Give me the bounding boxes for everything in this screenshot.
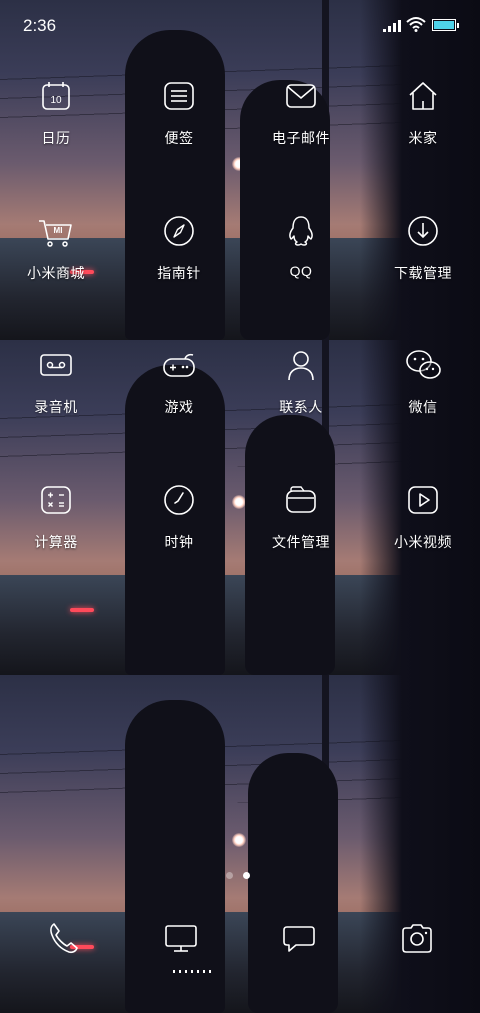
app-label: 日历 (41, 130, 71, 146)
wifi-icon (406, 17, 426, 32)
svg-text:10: 10 (50, 95, 62, 106)
dock-messages[interactable] (279, 918, 319, 958)
app-games[interactable]: 游戏 (129, 345, 229, 417)
app-calendar[interactable]: 10 日历 (6, 76, 106, 148)
video-play-icon (403, 480, 443, 520)
app-label: 文件管理 (272, 534, 330, 550)
app-label: 小米商城 (27, 265, 85, 281)
app-contacts[interactable]: 联系人 (251, 345, 351, 417)
signal-icon (383, 20, 401, 32)
app-label: 指南针 (157, 265, 201, 281)
app-mi-store[interactable]: MI 小米商城 (6, 211, 106, 283)
app-email[interactable]: 电子邮件 (251, 76, 351, 148)
app-label: 联系人 (279, 399, 323, 415)
folder-icon (281, 480, 321, 520)
app-downloads[interactable]: 下载管理 (373, 211, 473, 283)
app-clock[interactable]: 时钟 (129, 480, 229, 552)
app-label: 微信 (408, 399, 438, 415)
app-label: 下载管理 (394, 265, 452, 281)
app-label: 计算器 (34, 534, 78, 550)
notes-icon (159, 76, 199, 116)
dock-camera[interactable] (397, 918, 437, 958)
wallpaper-band-top (0, 0, 480, 340)
app-label: 时钟 (164, 534, 194, 550)
dock-phone[interactable] (43, 918, 83, 958)
download-icon (403, 211, 443, 251)
app-label: 米家 (408, 130, 438, 146)
dock-browser[interactable] (161, 918, 201, 958)
monitor-icon (165, 925, 197, 952)
email-icon (281, 76, 321, 116)
app-compass[interactable]: 指南针 (129, 211, 229, 283)
app-mi-video[interactable]: 小米视频 (373, 480, 473, 552)
compass-icon (159, 211, 199, 251)
svg-text:MI: MI (54, 226, 63, 235)
app-file-manager[interactable]: 文件管理 (251, 480, 351, 552)
gamepad-icon (159, 345, 199, 385)
calculator-icon (36, 480, 76, 520)
app-label: 录音机 (34, 399, 78, 415)
app-label: 电子邮件 (272, 130, 330, 146)
app-label: 小米视频 (394, 534, 452, 550)
clock-icon (159, 480, 199, 520)
qq-penguin-icon (281, 211, 321, 251)
dock-drag-handle[interactable] (173, 970, 213, 973)
app-recorder[interactable]: 录音机 (6, 345, 106, 417)
app-label: 游戏 (164, 399, 194, 415)
page-indicator[interactable] (226, 872, 250, 879)
home-icon (403, 76, 443, 116)
phone-icon (50, 923, 78, 954)
camera-icon (402, 924, 432, 953)
battery-level (434, 21, 454, 29)
page-dot-1[interactable] (226, 872, 233, 879)
app-wechat[interactable]: 微信 (373, 345, 473, 417)
app-calculator[interactable]: 计算器 (6, 480, 106, 552)
wallpaper-band-bottom (0, 675, 480, 1013)
page-dot-2[interactable] (243, 872, 250, 879)
message-icon (283, 926, 315, 952)
status-bar: 2:36 (0, 0, 480, 50)
battery-icon (432, 19, 459, 31)
app-label: 便签 (164, 130, 194, 146)
app-label: QQ (289, 263, 313, 279)
cart-icon: MI (36, 211, 76, 251)
wechat-icon (403, 345, 443, 385)
status-time: 2:36 (23, 16, 57, 35)
app-qq[interactable]: QQ (251, 211, 351, 279)
app-mijia[interactable]: 米家 (373, 76, 473, 148)
app-notes[interactable]: 便签 (129, 76, 229, 148)
recorder-icon (36, 345, 76, 385)
calendar-icon: 10 (36, 76, 76, 116)
contacts-icon (281, 345, 321, 385)
